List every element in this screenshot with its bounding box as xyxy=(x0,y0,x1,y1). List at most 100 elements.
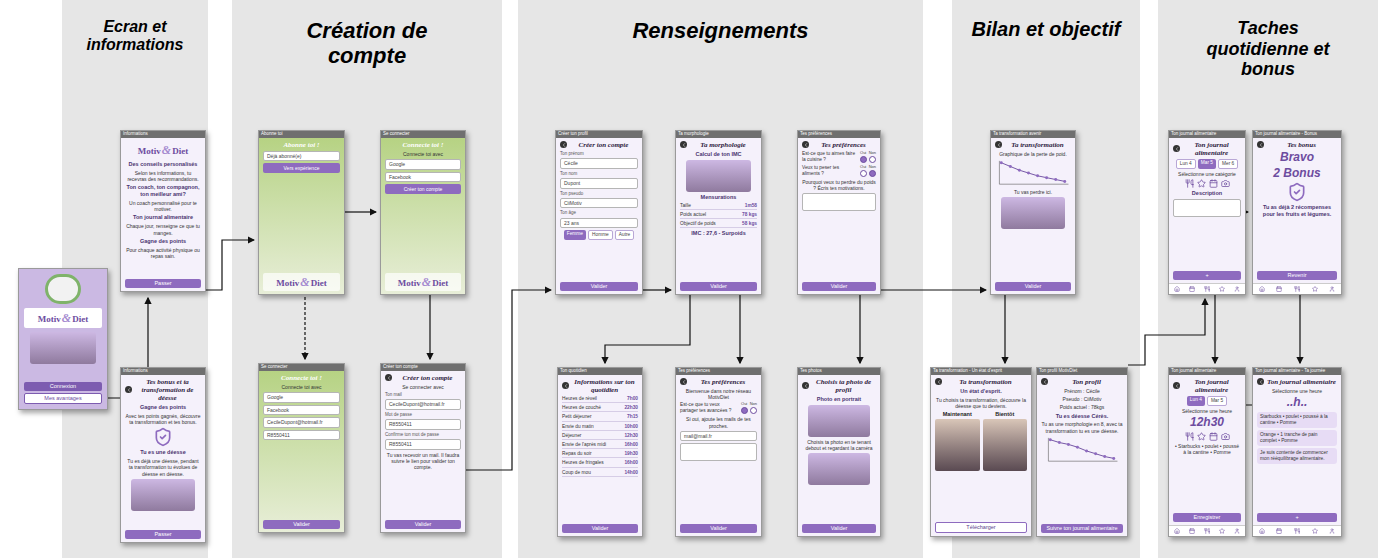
screen-button[interactable]: + xyxy=(1173,271,1241,280)
action-button[interactable]: Créer ton compte xyxy=(385,184,461,194)
text-field[interactable]: Facebook xyxy=(263,405,340,416)
radio-option[interactable]: Non xyxy=(750,402,757,414)
utensils-icon[interactable] xyxy=(1204,528,1210,534)
back-button[interactable] xyxy=(125,386,132,393)
text-area[interactable] xyxy=(802,193,876,211)
screen-button[interactable]: Valider xyxy=(680,282,757,291)
text-field[interactable]: CecileDupont@hotmail.fr xyxy=(385,399,461,410)
utensils-icon[interactable] xyxy=(1294,528,1300,534)
calendar-icon[interactable] xyxy=(1189,286,1195,292)
screen-button[interactable]: Passer xyxy=(125,530,201,539)
text-field[interactable]: mail@mail.fr xyxy=(680,431,757,442)
text-area[interactable] xyxy=(1173,199,1241,217)
user-icon[interactable] xyxy=(1329,528,1335,534)
back-button[interactable] xyxy=(1173,382,1180,389)
back-button[interactable] xyxy=(1257,378,1264,385)
back-button[interactable] xyxy=(1257,141,1264,148)
star-icon[interactable] xyxy=(1312,286,1318,292)
utensils-icon[interactable] xyxy=(1185,179,1194,188)
info-row[interactable]: Heures de couché22h30 xyxy=(562,405,638,412)
info-row[interactable]: Poids actuel78 kgs xyxy=(680,212,757,219)
option-chip[interactable]: Femme xyxy=(564,230,586,240)
home-icon[interactable] xyxy=(1259,528,1265,534)
back-button[interactable] xyxy=(995,141,1002,148)
camera-icon[interactable] xyxy=(1221,432,1230,441)
text-field[interactable]: Dupont xyxy=(560,178,638,189)
option-chip[interactable]: Homme xyxy=(588,230,613,240)
text-field[interactable]: R8550411 xyxy=(385,439,461,450)
screen-button[interactable]: Mes avantages xyxy=(24,393,102,404)
info-row[interactable]: Heures de réveil7h00 xyxy=(562,396,638,403)
journal-entry[interactable]: Je suis contente de commencer mon rééqui… xyxy=(1257,448,1337,464)
screen-button[interactable]: Revenir xyxy=(1257,271,1337,280)
info-row[interactable]: Envie de l'après midi16h00 xyxy=(562,442,638,449)
screen-button[interactable]: Valider xyxy=(680,524,757,533)
text-field[interactable]: R8550411 xyxy=(385,419,461,430)
screen-button[interactable]: Passer xyxy=(125,279,201,288)
user-icon[interactable] xyxy=(1234,286,1240,292)
home-icon[interactable] xyxy=(1174,528,1180,534)
back-button[interactable] xyxy=(385,374,392,381)
star-icon[interactable] xyxy=(1197,432,1206,441)
text-field[interactable]: 23 ans xyxy=(560,218,638,229)
screen-button[interactable]: Enregistrer xyxy=(1173,513,1241,522)
back-button[interactable] xyxy=(1173,145,1180,152)
text-field[interactable]: Déjà abonné(e) xyxy=(263,151,340,162)
back-button[interactable] xyxy=(935,378,942,385)
info-row[interactable]: Petit déjeuner7h15 xyxy=(562,414,638,421)
camera-icon[interactable] xyxy=(1221,179,1230,188)
calendar-icon[interactable] xyxy=(1189,528,1195,534)
back-button[interactable] xyxy=(1041,378,1048,385)
screen-button[interactable]: Télécharger xyxy=(935,522,1027,533)
text-field[interactable]: CecileDupont@hotmail.fr xyxy=(263,417,340,428)
info-row[interactable]: Heures de fringales16h00 xyxy=(562,460,638,467)
option-chip[interactable]: Autre xyxy=(615,230,634,240)
utensils-icon[interactable] xyxy=(1185,432,1194,441)
back-button[interactable] xyxy=(680,378,687,385)
text-field[interactable]: Facebook xyxy=(385,172,461,183)
info-row[interactable]: Coup de mou14h00 xyxy=(562,470,638,477)
utensils-icon[interactable] xyxy=(1204,286,1210,292)
option-chip[interactable]: Mar 5 xyxy=(1198,159,1216,169)
text-field[interactable]: R8550411 xyxy=(263,430,340,441)
info-row[interactable]: Taille1m58 xyxy=(680,203,757,210)
home-icon[interactable] xyxy=(1174,286,1180,292)
back-button[interactable] xyxy=(560,141,567,148)
radio-option[interactable]: Oui xyxy=(741,402,748,414)
screen-button[interactable]: + xyxy=(1257,513,1337,522)
calendar-icon[interactable] xyxy=(1276,528,1282,534)
screen-button[interactable]: Valider xyxy=(802,282,876,291)
text-field[interactable]: Google xyxy=(385,159,461,170)
text-area[interactable] xyxy=(680,443,757,461)
option-chip[interactable]: Mar 5 xyxy=(1207,396,1227,406)
screen-button[interactable]: Suivre ton journal alimentaire xyxy=(1041,524,1123,533)
utensils-icon[interactable] xyxy=(1294,286,1300,292)
option-chip[interactable]: Mer 6 xyxy=(1218,159,1238,169)
screen-button[interactable]: Connexion xyxy=(24,382,102,391)
info-row[interactable]: Objectif de poids58 kgs xyxy=(680,221,757,228)
text-field[interactable]: Google xyxy=(263,392,340,403)
radio-option[interactable]: Non xyxy=(869,151,876,163)
screen-button[interactable]: Valider xyxy=(802,524,876,533)
journal-entry[interactable]: Orange • 1 tranche de pain complet • Pom… xyxy=(1257,430,1337,446)
radio-option[interactable]: Oui xyxy=(860,151,867,163)
info-row[interactable]: Envie du matin10h00 xyxy=(562,424,638,431)
calendar-icon[interactable] xyxy=(1209,432,1218,441)
info-row[interactable]: Déjeuner12h30 xyxy=(562,433,638,440)
star-icon[interactable] xyxy=(1219,528,1225,534)
calendar-icon[interactable] xyxy=(1209,179,1218,188)
radio-option[interactable]: Non xyxy=(869,165,876,177)
star-icon[interactable] xyxy=(1312,528,1318,534)
user-icon[interactable] xyxy=(1329,286,1335,292)
screen-button[interactable]: Valider xyxy=(995,282,1071,291)
back-button[interactable] xyxy=(802,382,809,389)
back-button[interactable] xyxy=(562,382,569,389)
back-button[interactable] xyxy=(680,141,687,148)
star-icon[interactable] xyxy=(1197,179,1206,188)
back-button[interactable] xyxy=(802,141,809,148)
text-field[interactable]: CiiMotiv xyxy=(560,198,638,209)
info-row[interactable]: Repas du soir19h30 xyxy=(562,451,638,458)
text-field[interactable]: Cécile xyxy=(560,158,638,169)
option-chip[interactable]: Lun 4 xyxy=(1176,159,1196,169)
screen-button[interactable]: Valider xyxy=(560,282,638,291)
